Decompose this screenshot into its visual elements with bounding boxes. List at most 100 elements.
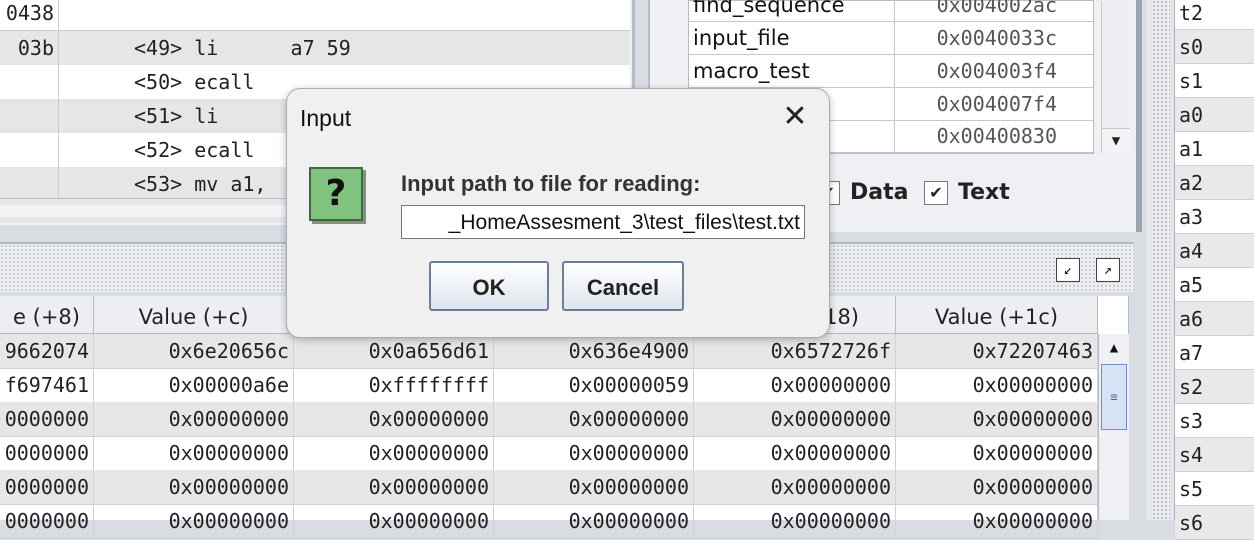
data-cell[interactable]: 0x00000000	[896, 504, 1098, 538]
register-name[interactable]: s5	[1175, 472, 1254, 506]
labels-vertical-scrollbar[interactable]: ▼	[1101, 1, 1130, 153]
chevron-down-icon[interactable]: ▼	[1102, 128, 1130, 153]
text-checkbox[interactable]: ✔ Text	[924, 180, 1010, 205]
register-name[interactable]: a3	[1175, 200, 1254, 234]
data-cell[interactable]: 0x0a656d61	[294, 334, 494, 368]
data-cell[interactable]: 0xffffffff	[294, 368, 494, 402]
data-cell[interactable]: 0x6e20656c	[94, 334, 294, 368]
register-name[interactable]: a7	[1175, 336, 1254, 370]
label-row[interactable]: input_file 0x0040033c	[689, 22, 1093, 55]
data-cell[interactable]: 0x00000000	[94, 402, 294, 436]
data-cell[interactable]: 0x72207463	[896, 334, 1098, 368]
register-name-column: t2 s0 s1 a0 a1 a2 a3 a4 a5 a6 a7 s2 s3 s4 s5 s6	[1174, 0, 1254, 540]
register-name[interactable]: a6	[1175, 302, 1254, 336]
label-name: input_file	[693, 26, 790, 50]
data-vertical-scrollbar[interactable]: ▲ ≡	[1098, 334, 1129, 520]
data-cell[interactable]: 0x00000000	[494, 504, 694, 538]
column-header[interactable]: Value (+1c)	[896, 296, 1098, 334]
data-row[interactable]: 0000000 0x00000000 0x00000000 0x00000000 0x0…	[0, 470, 1098, 505]
data-row[interactable]: 0000000 0x00000000 0x00000000 0x00000000 0x0…	[0, 436, 1098, 471]
data-cell[interactable]: 0x00000000	[694, 402, 896, 436]
scroll-thumb[interactable]: ≡	[1101, 364, 1127, 430]
register-name[interactable]: s6	[1175, 506, 1254, 540]
input-dialog: Input ✕ ? Input path to file for reading…	[286, 88, 830, 338]
text-row-address	[0, 167, 59, 201]
register-name[interactable]: a2	[1175, 166, 1254, 200]
data-cell[interactable]: 0x00000000	[694, 436, 896, 470]
register-name[interactable]: t2	[1175, 0, 1254, 30]
data-cell[interactable]: 0x00000000	[896, 402, 1098, 436]
label-name: macro_test	[693, 59, 810, 83]
dialog-prompt: Input path to file for reading:	[401, 171, 701, 196]
chevron-up-icon[interactable]: ▲	[1099, 334, 1129, 362]
data-cell[interactable]: 0000000	[0, 436, 94, 470]
register-name[interactable]: a5	[1175, 268, 1254, 302]
column-header[interactable]: e (+8)	[0, 296, 94, 334]
column-header[interactable]: Value (+c)	[94, 296, 294, 334]
data-row[interactable]: 9662074 0x6e20656c 0x0a656d61 0x636e4900 0x6…	[0, 334, 1098, 369]
data-cell[interactable]: 0000000	[0, 504, 94, 538]
data-cell[interactable]: 0x00000000	[494, 470, 694, 504]
address-value: 0438	[5, 1, 54, 25]
source-line: <53> mv a1,	[134, 172, 267, 196]
data-cell[interactable]: 0x00000000	[294, 436, 494, 470]
data-cell[interactable]: 0x00000000	[694, 470, 896, 504]
register-name[interactable]: s4	[1175, 438, 1254, 472]
label-address: 0x004007f4	[936, 92, 1057, 116]
checkbox-text-box[interactable]: ✔	[924, 181, 948, 205]
file-path-input[interactable]: _HomeAssesment_3\test_files\test.txt	[401, 205, 805, 239]
restore-icon[interactable]: ↙	[1056, 258, 1080, 282]
register-name[interactable]: s0	[1175, 30, 1254, 64]
text-row[interactable]: 03b <49> li a7 59	[0, 31, 630, 66]
data-cell[interactable]: 0x00000000	[694, 504, 896, 538]
data-cell[interactable]: 0x00000000	[94, 504, 294, 538]
data-cell[interactable]: 0x00000000	[896, 368, 1098, 402]
register-name[interactable]: a1	[1175, 132, 1254, 166]
data-cell[interactable]: 0x6572726f	[694, 334, 896, 368]
data-cell[interactable]: 0000000	[0, 470, 94, 504]
label-row[interactable]: find_sequence 0x004002ac	[689, 0, 1093, 22]
register-name[interactable]: a0	[1175, 98, 1254, 132]
close-icon[interactable]: ✕	[777, 101, 813, 133]
label-address: 0x0040033c	[936, 26, 1057, 50]
address-value: 03b	[17, 36, 54, 60]
label-address: 0x004002ac	[936, 0, 1057, 17]
data-cell[interactable]: f697461	[0, 368, 94, 402]
register-name[interactable]: s1	[1175, 64, 1254, 98]
checkbox-text-label: Text	[958, 180, 1010, 205]
text-row[interactable]: 0438	[0, 0, 630, 31]
data-cell[interactable]: 0x00000000	[94, 470, 294, 504]
register-name[interactable]: s3	[1175, 404, 1254, 438]
ok-button[interactable]: OK	[429, 261, 549, 311]
data-cell[interactable]: 0x00000000	[294, 402, 494, 436]
text-row-address	[0, 133, 59, 167]
data-cell[interactable]: 0x00000a6e	[94, 368, 294, 402]
data-row[interactable]: f697461 0x00000a6e 0xffffffff 0x00000059 0x0…	[0, 368, 1098, 403]
dialog-title: Input	[300, 105, 352, 131]
text-row-address	[0, 99, 59, 133]
register-name[interactable]: a4	[1175, 234, 1254, 268]
data-cell[interactable]: 0x00000000	[694, 368, 896, 402]
register-name[interactable]: s2	[1175, 370, 1254, 404]
data-cell[interactable]: 0x00000059	[494, 368, 694, 402]
cancel-button[interactable]: Cancel	[562, 261, 684, 311]
text-row-address	[0, 65, 59, 99]
question-icon: ?	[309, 167, 363, 221]
data-cell[interactable]: 0x00000000	[494, 402, 694, 436]
source-line: <49> li a7 59	[134, 36, 351, 60]
data-cell[interactable]: 0x00000000	[94, 436, 294, 470]
data-row[interactable]: 0000000 0x00000000 0x00000000 0x00000000 0x0…	[0, 402, 1098, 437]
text-row-address: 0438	[0, 0, 59, 30]
data-cell[interactable]: 0x00000000	[294, 470, 494, 504]
data-cell[interactable]: 0x00000000	[494, 436, 694, 470]
data-row[interactable]: 0000000 0x00000000 0x00000000 0x00000000 0x0…	[0, 504, 1098, 539]
label-row[interactable]: macro_test 0x004003f4	[689, 55, 1093, 88]
registers-splitter[interactable]	[1152, 0, 1170, 520]
maximize-icon[interactable]: ↗	[1096, 258, 1120, 282]
data-cell[interactable]: 0x00000000	[896, 436, 1098, 470]
data-cell[interactable]: 0x636e4900	[494, 334, 694, 368]
data-cell[interactable]: 0x00000000	[896, 470, 1098, 504]
data-cell[interactable]: 9662074	[0, 334, 94, 368]
data-cell[interactable]: 0000000	[0, 402, 94, 436]
data-cell[interactable]: 0x00000000	[294, 504, 494, 538]
